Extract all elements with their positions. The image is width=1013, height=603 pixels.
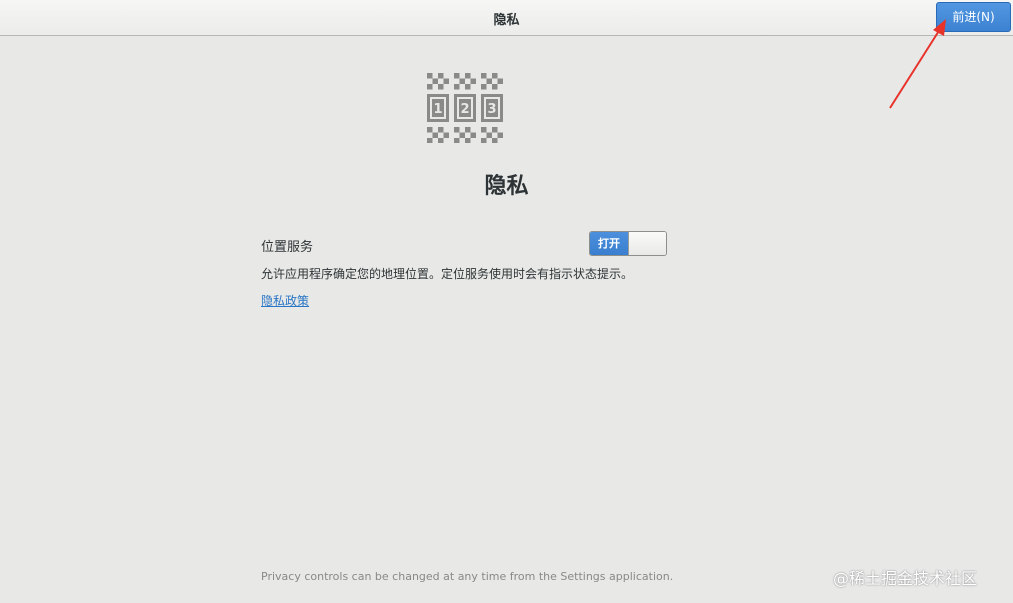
toggle-knob[interactable] (628, 232, 666, 255)
logo-digit: 1 (433, 102, 442, 117)
location-service-toggle[interactable]: 打开 (589, 231, 667, 256)
header-title: 隐私 (493, 13, 520, 28)
toggle-on-label: 打开 (590, 232, 628, 255)
location-service-label: 位置服务 (261, 240, 314, 255)
next-button[interactable]: 前进(N) (936, 2, 1011, 32)
header-bar: 隐私 前进(N) (0, 0, 1013, 36)
logo-digit: 3 (487, 102, 496, 117)
annotation-arrow (889, 19, 946, 109)
footer-text: Privacy controls can be changed at any t… (261, 570, 674, 583)
logo-digit: 2 (460, 102, 469, 117)
watermark: @稀土掘金技术社区 (833, 569, 978, 588)
privacy-policy-link[interactable]: 隐私政策 (261, 292, 309, 309)
privacy-123-icon: 1 2 3 (427, 73, 503, 144)
page-title: 隐私 (484, 174, 529, 199)
location-service-description: 允许应用程序确定您的地理位置。定位服务使用时会有指示状态提示。 (261, 267, 634, 281)
